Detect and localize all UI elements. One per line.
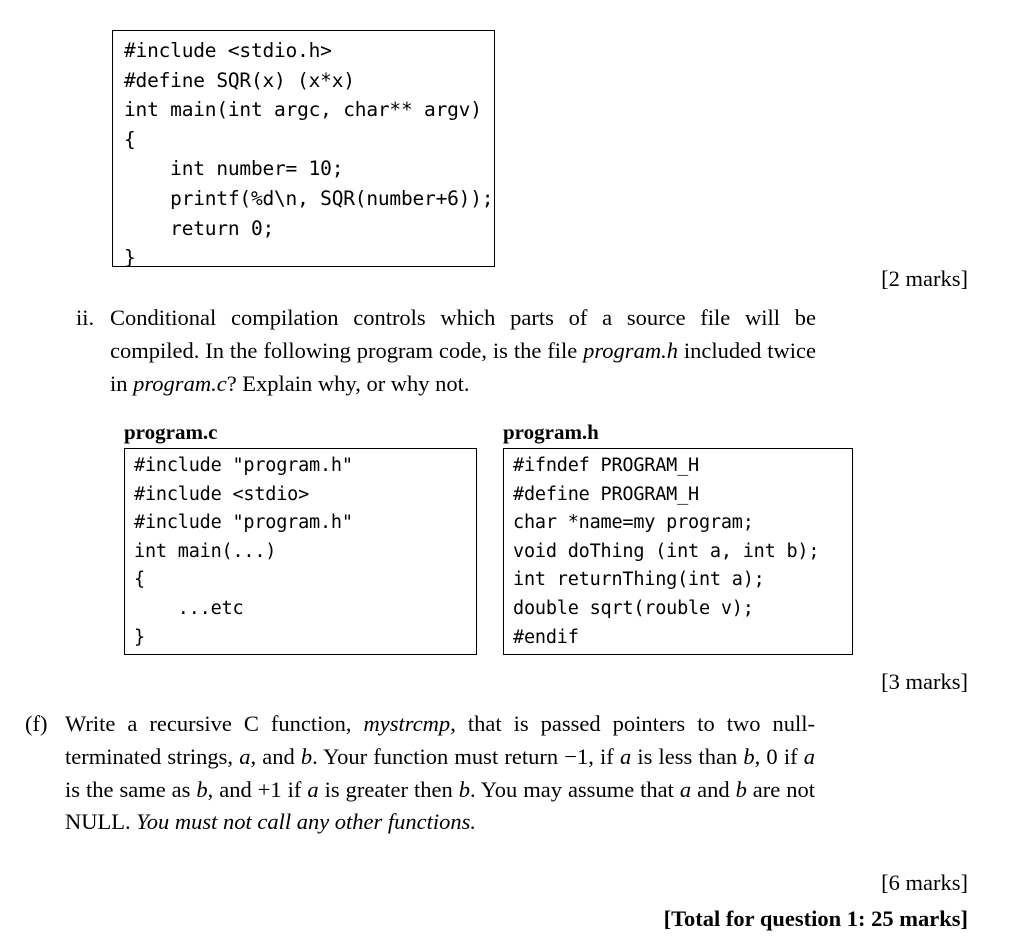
q-f-text-12: is greater then	[318, 776, 459, 802]
q-f-italic-mystrcmp: mystrcmp	[363, 711, 451, 736]
q-f-italic-b-4: b	[458, 776, 470, 802]
code-listing-main-text: #include <stdio.h> #define SQR(x) (x*x) …	[124, 39, 494, 270]
marks-annotation-6: [6 marks]	[881, 870, 968, 895]
q-f-italic-a-1: a	[239, 743, 251, 769]
q-f-text-8: if	[777, 743, 804, 769]
q-f-italic-a-4: a	[307, 776, 319, 802]
question-marker-f: (f)	[25, 711, 48, 736]
file-label-program-c: program.c	[124, 420, 218, 444]
q-f-italic-b-5: b	[735, 776, 747, 802]
question-text-f: Write a recursive C function, mystrcmp , …	[65, 708, 815, 839]
marks-total: [Total for question 1: 25 marks]	[663, 906, 968, 931]
code-listing-program-h: #ifndef PROGRAM_H #define PROGRAM_H char…	[503, 448, 853, 655]
q-f-value-zero: 0	[766, 743, 778, 769]
q-ii-text-3: ? Explain why, or why not.	[226, 370, 470, 396]
q-f-text-7: ,	[754, 743, 767, 769]
exam-paper-page: { "document": { "type": "exam-question-p…	[0, 0, 1024, 949]
q-f-italic-b-3: b	[196, 776, 208, 802]
q-f-text-6: is less than	[631, 743, 744, 769]
code-listing-program-c-text: #include "program.h" #include <stdio> #i…	[134, 455, 353, 648]
code-listing-program-c: #include "program.h" #include <stdio> #i…	[124, 448, 477, 655]
q-f-text-10: , and	[207, 776, 258, 802]
q-f-italic-a-5: a	[679, 776, 692, 802]
q-f-text-9: is the same as	[65, 776, 197, 802]
code-listing-main: #include <stdio.h> #define SQR(x) (x*x) …	[112, 30, 495, 269]
q-f-value-negative-one: −1	[564, 743, 589, 769]
q-f-value-positive-one: +1	[257, 776, 282, 802]
q-f-emphasis: You must not call any other functions.	[136, 809, 477, 835]
q-f-italic-a-3: a	[803, 743, 816, 769]
marks-annotation-2: [2 marks]	[881, 266, 968, 291]
q-f-text-14: and	[691, 776, 736, 802]
q-f-text-3: , and	[250, 743, 301, 769]
q-f-text-5: , if	[588, 743, 620, 769]
q-ii-italic-program-h: program.h	[583, 337, 678, 363]
q-f-italic-a-2: a	[619, 743, 632, 769]
marks-annotation-3: [3 marks]	[881, 669, 968, 694]
question-marker-ii: ii.	[76, 305, 95, 330]
question-text-ii: Conditional compilation controls which p…	[110, 302, 816, 400]
q-f-italic-b-2: b	[743, 743, 755, 769]
q-f-text-1: Write a recursive C function,	[65, 711, 364, 736]
q-f-text-13: . You may assume that	[469, 776, 680, 802]
q-f-text-11: if	[281, 776, 308, 802]
code-listing-program-h-text: #ifndef PROGRAM_H #define PROGRAM_H char…	[513, 455, 820, 648]
file-label-program-h: program.h	[503, 420, 599, 444]
q-ii-italic-program-c: program.c	[133, 370, 227, 396]
q-f-text-4: . Your function must return	[312, 743, 565, 769]
q-f-italic-b-1: b	[300, 743, 313, 769]
